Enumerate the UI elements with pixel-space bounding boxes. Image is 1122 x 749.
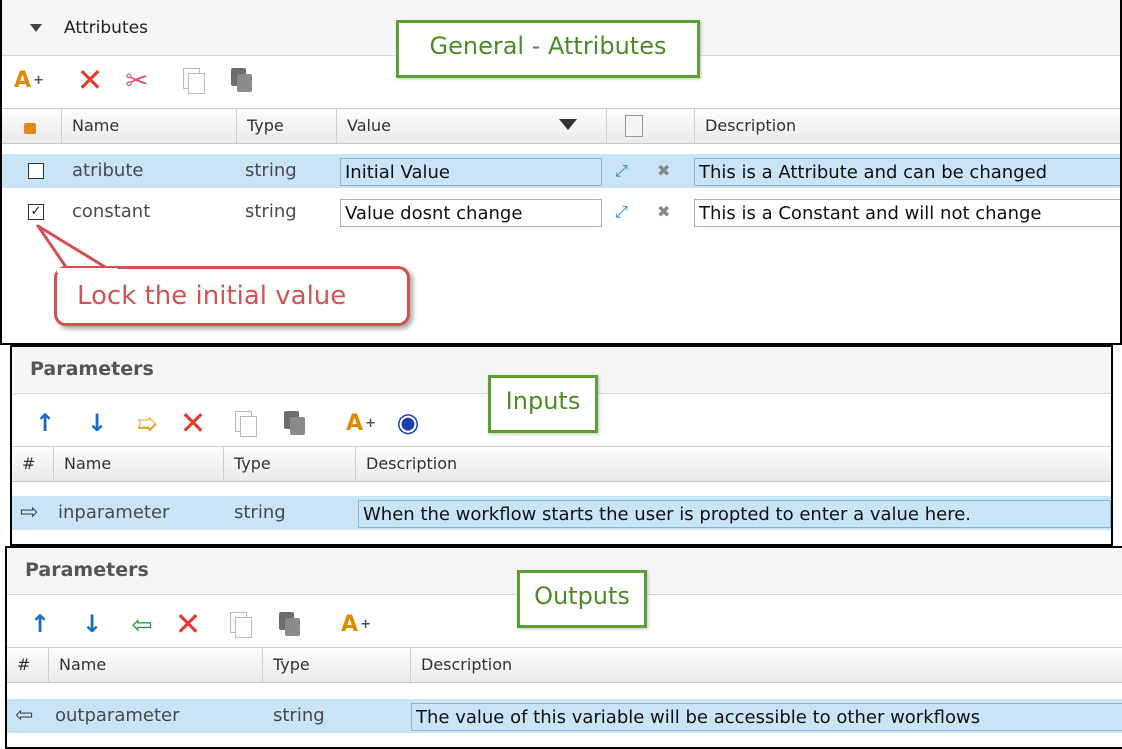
- add-attribute-icon[interactable]: A +: [12, 67, 46, 93]
- description-column-header[interactable]: Description: [695, 109, 1120, 143]
- value-header-label: Value: [347, 116, 391, 135]
- inputs-panel: Parameters ↑ ↓ ➯ ✕ A + ◉ # Name Type Desc…: [10, 345, 1113, 546]
- add-attribute-icon[interactable]: A +: [339, 611, 373, 637]
- type-column-header[interactable]: Type: [263, 648, 411, 682]
- balloon-pointer-joint: [57, 268, 117, 273]
- parameter-description-field[interactable]: When the workflow starts the user is pro…: [358, 500, 1111, 528]
- lock-initial-value-balloon: Lock the initial value: [54, 266, 410, 326]
- attributes-table-header: Name Type Value Description: [2, 108, 1120, 144]
- outputs-panel: Parameters ↑ ↓ ⇦ ✕ A + # Name Type Descri…: [5, 546, 1122, 749]
- parameter-name: outparameter: [55, 705, 180, 726]
- attribute-description-field[interactable]: This is a Constant and will not change: [694, 199, 1120, 227]
- output-arrow-icon: ⇦: [15, 703, 34, 728]
- parameter-type: string: [273, 705, 325, 726]
- delete-icon[interactable]: ✕: [175, 608, 202, 640]
- delete-icon[interactable]: ✕: [77, 64, 104, 96]
- outputs-table-header: # Name Type Description: [7, 647, 1122, 683]
- input-arrow-icon: ⇨: [20, 500, 39, 525]
- attribute-value-field[interactable]: Value dosnt change: [340, 199, 602, 227]
- move-down-icon[interactable]: ↓: [79, 610, 105, 638]
- parameter-name: inparameter: [58, 502, 170, 523]
- clear-icon[interactable]: ✖: [657, 154, 670, 188]
- expand-icon[interactable]: ⤢: [615, 195, 628, 229]
- cut-icon[interactable]: ✂: [124, 64, 150, 97]
- copy-icon[interactable]: [232, 410, 258, 437]
- collapse-triangle-icon[interactable]: [30, 24, 42, 32]
- copy-icon[interactable]: [227, 611, 253, 638]
- parameter-description-field[interactable]: The value of this variable will be acces…: [411, 703, 1122, 731]
- outputs-section-title: Parameters: [25, 559, 149, 581]
- name-column-header[interactable]: Name: [49, 648, 263, 682]
- move-down-icon[interactable]: ↓: [84, 409, 110, 437]
- table-row[interactable]: ✓ constant string Value dosnt change ⤢ ✖…: [2, 195, 1120, 229]
- document-settings-icon: [625, 115, 643, 137]
- expand-icon[interactable]: ⤢: [615, 154, 628, 188]
- table-row[interactable]: ⇨ inparameter string When the workflow s…: [12, 496, 1111, 530]
- clear-icon[interactable]: ✖: [657, 195, 670, 229]
- type-column-header[interactable]: Type: [224, 447, 356, 481]
- parameter-type: string: [234, 502, 286, 523]
- table-row[interactable]: ⇦ outparameter string The value of this …: [7, 699, 1122, 733]
- attribute-type: string: [245, 201, 297, 222]
- copy-icon[interactable]: [180, 67, 206, 94]
- attribute-name: atribute: [72, 160, 144, 181]
- attribute-value-field[interactable]: Initial Value: [340, 158, 602, 186]
- name-column-header[interactable]: Name: [54, 447, 224, 481]
- move-up-icon[interactable]: ↑: [32, 409, 58, 437]
- attribute-type: string: [245, 160, 297, 181]
- balloon-pointer: [36, 224, 112, 272]
- type-column-header[interactable]: Type: [237, 109, 337, 143]
- outputs-callout: Outputs: [517, 570, 647, 628]
- inputs-table-header: # Name Type Description: [12, 446, 1111, 482]
- lock-icon: [24, 123, 36, 134]
- table-row[interactable]: atribute string Initial Value ⤢ ✖ This i…: [2, 154, 1120, 188]
- inputs-section-title: Parameters: [30, 358, 154, 380]
- settings-column-header[interactable]: [607, 109, 695, 143]
- add-attribute-icon[interactable]: A +: [344, 410, 378, 436]
- paste-icon[interactable]: [282, 410, 308, 436]
- number-column-header[interactable]: #: [12, 447, 54, 481]
- add-input-parameter-icon[interactable]: ➯: [130, 409, 164, 438]
- attribute-description-field[interactable]: This is a Attribute and can be changed: [694, 158, 1120, 186]
- description-column-header[interactable]: Description: [411, 648, 1122, 682]
- add-output-parameter-icon[interactable]: ⇦: [125, 610, 159, 639]
- lock-checkbox[interactable]: [28, 163, 44, 179]
- attributes-section-title: Attributes: [64, 18, 148, 38]
- value-column-header[interactable]: Value: [337, 109, 607, 143]
- name-column-header[interactable]: Name: [62, 109, 237, 143]
- inputs-callout: Inputs: [488, 375, 598, 433]
- general-attributes-callout: General - Attributes: [396, 20, 700, 78]
- delete-icon[interactable]: ✕: [180, 407, 207, 439]
- lock-column-header[interactable]: [2, 109, 62, 143]
- filter-triangle-icon[interactable]: [559, 119, 577, 130]
- description-column-header[interactable]: Description: [356, 447, 1111, 481]
- paste-icon[interactable]: [277, 611, 303, 637]
- number-column-header[interactable]: #: [7, 648, 49, 682]
- attributes-panel: Attributes A + ✕ ✂ Name Type Value Descri…: [0, 0, 1122, 345]
- lock-checkbox[interactable]: ✓: [28, 204, 44, 220]
- eye-icon[interactable]: ◉: [395, 408, 421, 438]
- move-up-icon[interactable]: ↑: [27, 610, 53, 638]
- paste-icon[interactable]: [229, 67, 255, 93]
